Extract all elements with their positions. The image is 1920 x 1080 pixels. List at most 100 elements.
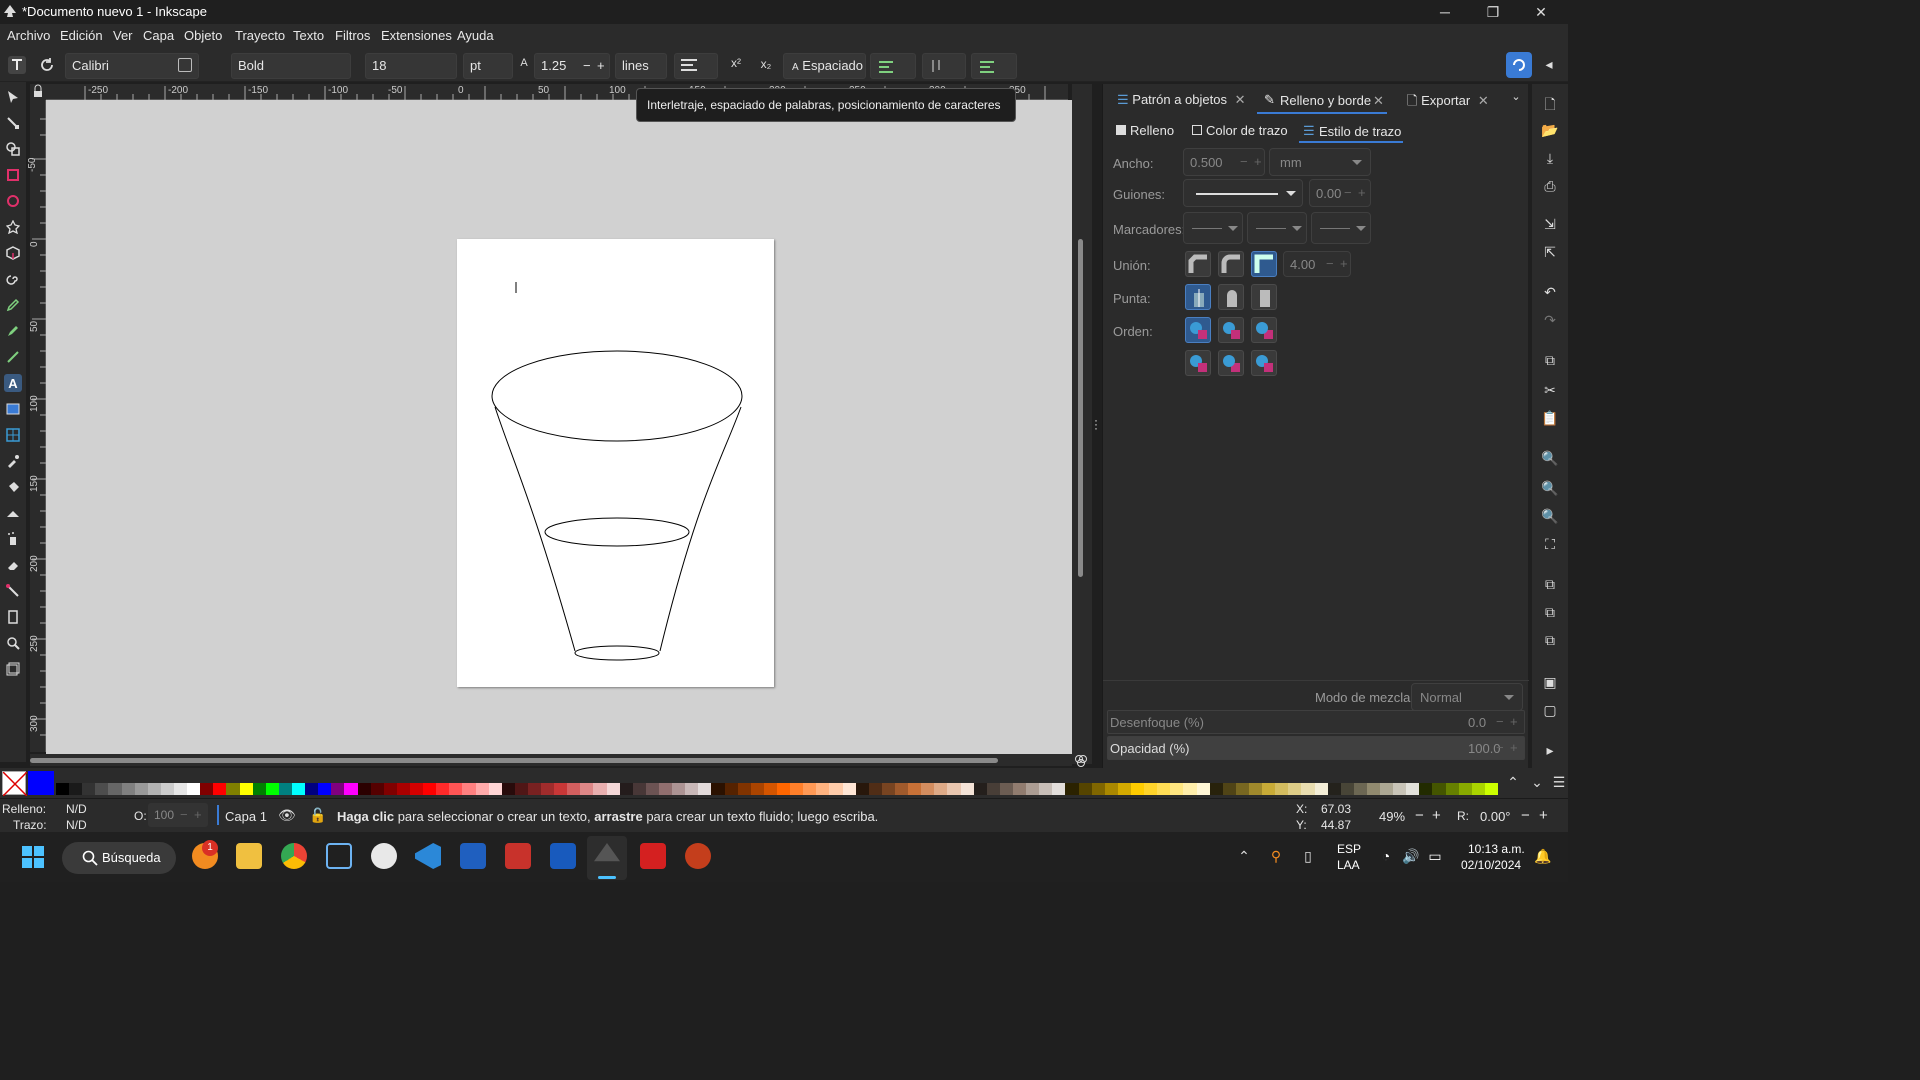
color-swatch[interactable] [999, 783, 1013, 795]
color-swatch[interactable] [567, 783, 581, 795]
document-page[interactable] [457, 239, 774, 687]
color-swatch[interactable] [659, 783, 673, 795]
tweak-tool-icon[interactable] [4, 504, 22, 522]
powerpoint-icon[interactable] [685, 843, 711, 869]
word-icon[interactable] [550, 843, 576, 869]
color-swatch[interactable] [56, 783, 70, 795]
color-swatch[interactable] [200, 783, 214, 795]
menu-texto[interactable]: Texto [293, 28, 324, 43]
selector-tool-icon[interactable] [4, 88, 22, 106]
color-swatch[interactable] [803, 783, 817, 795]
snap-toggle-icon[interactable] [1506, 52, 1532, 78]
tab-close-icon[interactable]: ✕ [1478, 93, 1489, 108]
color-swatch[interactable] [593, 783, 607, 795]
layer-lock-icon[interactable]: 🔓 [309, 807, 326, 823]
color-swatch[interactable] [147, 783, 161, 795]
color-swatch[interactable] [252, 783, 266, 795]
color-swatch[interactable] [462, 783, 476, 795]
close-button[interactable]: ✕ [1518, 0, 1564, 24]
rotation-value[interactable]: 0.00° [1480, 809, 1511, 824]
text-orientation-select[interactable] [870, 53, 916, 79]
search-box[interactable]: Búsqueda [62, 842, 176, 874]
color-swatch[interactable] [672, 783, 686, 795]
color-swatch[interactable] [606, 783, 620, 795]
group-icon[interactable]: ▣ [1541, 674, 1559, 692]
round-join-button[interactable] [1218, 251, 1244, 277]
color-swatch[interactable] [1288, 783, 1302, 795]
import-icon[interactable]: ⇲ [1541, 216, 1559, 234]
mid-marker-select[interactable] [1247, 212, 1307, 244]
color-swatch[interactable] [305, 783, 319, 795]
color-swatch[interactable] [790, 783, 804, 795]
duplicate-icon[interactable]: ⧉ [1541, 576, 1559, 594]
opacity-status-input[interactable]: 100 − + [148, 803, 208, 827]
opacity-status-decrement-icon[interactable]: − [180, 807, 188, 822]
miter-decrement-icon[interactable]: − [1326, 256, 1334, 271]
acrobat-icon[interactable] [640, 843, 666, 869]
color-swatch[interactable] [357, 783, 371, 795]
stroke-unit-select[interactable]: mm [1269, 148, 1371, 176]
clock-date[interactable]: 02/10/2024 [1461, 858, 1521, 872]
color-swatch[interactable] [1091, 783, 1105, 795]
color-swatch[interactable] [1340, 783, 1354, 795]
unlink-clone-icon[interactable]: ⧉ [1541, 632, 1559, 650]
color-swatch[interactable] [685, 783, 699, 795]
menu-capa[interactable]: Capa [143, 28, 174, 43]
zoom-drawing-icon[interactable]: 🔍 [1541, 480, 1559, 498]
rectangle-tool-icon[interactable] [4, 166, 22, 184]
color-swatch[interactable] [1065, 783, 1079, 795]
color-swatch[interactable] [108, 783, 122, 795]
palette-scroll-up-icon[interactable]: ⌃ [1504, 774, 1522, 792]
color-swatch[interactable] [344, 783, 358, 795]
color-swatch[interactable] [291, 783, 306, 795]
subtab-stroke-paint[interactable]: Color de trazo [1192, 123, 1288, 138]
color-swatch[interactable] [986, 783, 1000, 795]
color-swatch[interactable] [1052, 783, 1066, 795]
battery-icon[interactable]: ▭ [1426, 848, 1444, 864]
line-height-increment[interactable]: + [597, 54, 605, 78]
stroke-width-input[interactable]: 0.500 − + [1183, 148, 1265, 176]
color-swatch[interactable] [1117, 783, 1131, 795]
color-swatch[interactable] [501, 783, 515, 795]
palette-menu-icon[interactable]: ☰ [1550, 774, 1568, 792]
measure-tool-icon[interactable] [4, 660, 22, 678]
menu-trayecto[interactable]: Trayecto [235, 28, 285, 43]
color-swatch[interactable] [1262, 783, 1276, 795]
paint-bucket-icon[interactable] [4, 478, 22, 496]
pages-tool-icon[interactable] [4, 608, 22, 626]
color-swatch[interactable] [1353, 783, 1367, 795]
color-swatch[interactable] [1209, 783, 1223, 795]
square-cap-button[interactable] [1251, 284, 1277, 310]
color-swatch[interactable] [1314, 783, 1328, 795]
usb-icon[interactable]: ▯ [1300, 848, 1316, 864]
dropper-tool-icon[interactable] [4, 452, 22, 470]
paste-icon[interactable]: 📋 [1541, 410, 1559, 428]
cup-bottom-ellipse[interactable] [574, 645, 660, 661]
color-swatch[interactable] [475, 783, 489, 795]
color-swatch[interactable] [121, 783, 135, 795]
text-tool-state-icon[interactable] [8, 56, 26, 74]
round-cap-button[interactable] [1218, 284, 1244, 310]
bevel-join-button[interactable] [1185, 251, 1211, 277]
node-tool-icon[interactable] [4, 114, 22, 132]
blur-slider[interactable]: Desenfoque (%) 0.0 − + [1107, 710, 1525, 734]
horizontal-scroll-thumb[interactable] [30, 758, 998, 763]
superscript-icon[interactable]: x² [727, 56, 745, 74]
color-swatch[interactable] [777, 783, 791, 795]
menu-edicion[interactable]: Edición [60, 28, 103, 43]
redo-icon[interactable]: ↷ [1541, 312, 1559, 330]
color-swatch[interactable] [1196, 783, 1210, 795]
pencil-tool-icon[interactable] [4, 322, 22, 340]
gradient-tool-icon[interactable] [4, 400, 22, 418]
language-indicator[interactable]: ESP [1337, 842, 1361, 856]
3d-box-tool-icon[interactable] [4, 244, 22, 262]
color-swatch[interactable] [1248, 783, 1263, 795]
color-swatch[interactable] [95, 783, 109, 795]
color-swatch[interactable] [396, 783, 410, 795]
blur-decrement-icon[interactable]: − [1496, 714, 1504, 729]
reset-icon[interactable] [38, 56, 56, 74]
dash-offset-input[interactable]: 0.00 − + [1309, 179, 1371, 207]
font-style-select[interactable]: Bold [231, 53, 351, 79]
shape-builder-icon[interactable] [4, 140, 22, 158]
color-swatch[interactable] [1380, 783, 1394, 795]
